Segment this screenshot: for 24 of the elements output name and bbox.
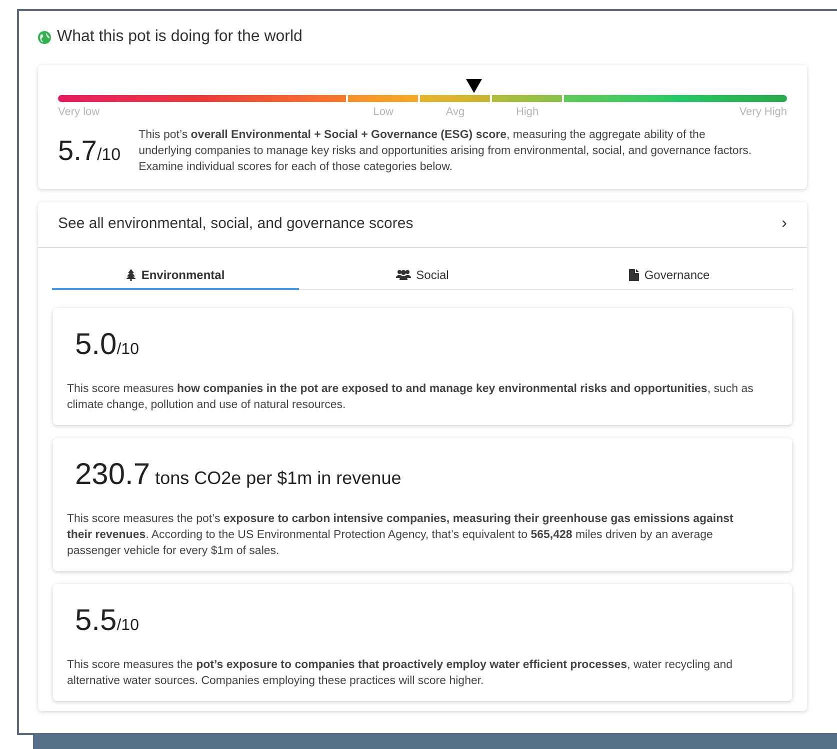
- overall-score: 5.7/10: [58, 134, 121, 168]
- globe-icon: [38, 30, 51, 44]
- tab[interactable]: Social: [299, 262, 546, 290]
- score-description: This score measures the pot’s exposure to carbon intensive companies, measuring their greenhouse gas emissions against their revenues. According to the US Environmental Protection Agency, that’s equivalent to 565,428 miles driven by an average passenger vehicle for every $1m of sales.: [67, 512, 734, 558]
- scores-link-label: See all environmental, social, and governance scores: [58, 214, 414, 234]
- score-description: This score measures how companies in the pot are exposed to and manage key environmental risks and opportunities, such as climate change, pollution and use of natural resources.: [67, 382, 754, 412]
- gauge-label: Low: [373, 105, 394, 120]
- gauge-label: Avg: [446, 105, 465, 120]
- overall-description: This pot’s overall Environmental + Social + Governance (ESG) score, measuring the aggregate ability of the underlying companies to manage key risks and opportunities arising from environmental, social, and governance factors. Examine individual scores for each of those categories below.: [138, 128, 753, 174]
- document-icon: [629, 268, 640, 280]
- people-icon: [396, 269, 412, 280]
- gauge-label: Very High: [739, 105, 788, 120]
- gauge-label: Very low: [58, 105, 100, 120]
- score-value: 5.0/10: [74, 326, 140, 362]
- gauge-label: High: [516, 105, 539, 120]
- tree-icon: [126, 268, 136, 280]
- score-value: 230.7 tons CO2e per $1m in revenue: [74, 456, 402, 492]
- chevron-icon: ›: [782, 212, 787, 236]
- scores-link[interactable]: See all environmental, social, and governance scores ›: [38, 202, 807, 248]
- tab[interactable]: Governance: [546, 262, 793, 290]
- tab[interactable]: Environmental: [52, 262, 299, 290]
- score-description: This score measures the pot’s exposure to companies that proactively employ water efficient processes, water recycling and alternative water sources. Companies employing these practices will score higher.: [67, 658, 734, 688]
- section-title: What this pot is doing for the world: [57, 27, 302, 47]
- score-value: 5.5/10: [74, 602, 140, 638]
